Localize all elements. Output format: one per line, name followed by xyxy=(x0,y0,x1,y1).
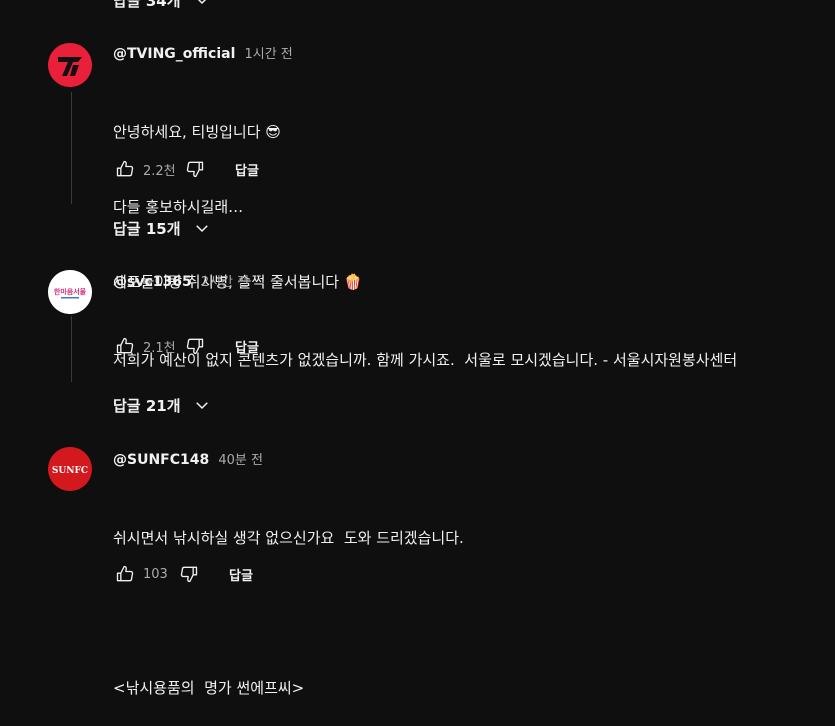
comment-body: 쉬시면서 낚시하실 생각 없으신가요 도와 드리겠습니다. <낚시용품의 명가 … xyxy=(113,476,464,726)
comment-header: @TVING_official 1시간 전 xyxy=(113,43,293,62)
like-count: 103 xyxy=(143,566,168,582)
like-count: 2.1천 xyxy=(143,340,176,356)
comment-time[interactable]: 40분 전 xyxy=(218,453,263,468)
comment-line xyxy=(113,601,464,626)
comment-header: @SUNFC148 40분 전 xyxy=(113,449,263,468)
reply-button[interactable]: 답글 xyxy=(235,160,259,179)
chevron-down-icon xyxy=(197,0,206,5)
author-handle[interactable]: @svc1365 xyxy=(113,274,192,290)
comment-time[interactable]: 1시간 전 xyxy=(244,47,292,62)
chevron-down-icon xyxy=(195,402,208,410)
like-button[interactable] xyxy=(113,157,137,181)
replies-toggle[interactable]: 답글 21개 xyxy=(113,393,211,417)
like-count: 2.2천 xyxy=(143,163,176,179)
avatar[interactable]: 한마음서울 xyxy=(48,270,92,314)
comment-actions: 2.1천 답글 xyxy=(113,334,259,358)
comment-time[interactable]: 2시간 전 xyxy=(201,275,249,290)
dislike-button[interactable] xyxy=(183,157,207,181)
comment-line: 쉬시면서 낚시하실 생각 없으신가요 도와 드리겠습니다. xyxy=(113,529,464,547)
replies-count-label: 답글 15개 xyxy=(113,219,181,238)
thumbs-down-icon xyxy=(186,161,204,178)
svg-text:SUNFC: SUNFC xyxy=(52,466,88,476)
thumbs-up-icon xyxy=(116,337,134,354)
svg-text:한마음서울: 한마음서울 xyxy=(54,287,87,296)
avatar[interactable]: SUNFC xyxy=(48,447,92,491)
comment-header: @svc1365 2시간 전 xyxy=(113,271,249,290)
comment-actions: 103 답글 xyxy=(113,562,253,586)
reply-button[interactable]: 답글 xyxy=(229,565,253,584)
chevron-down-icon xyxy=(195,225,208,233)
thumbs-up-icon xyxy=(116,565,134,582)
like-button[interactable] xyxy=(113,334,137,358)
thumbs-down-icon xyxy=(186,338,204,355)
thumbs-down-icon xyxy=(180,566,198,583)
volunteer-center-logo-icon: 한마음서울 xyxy=(48,270,92,314)
thread-line xyxy=(71,316,72,382)
author-handle[interactable]: @SUNFC148 xyxy=(113,452,209,468)
dislike-button[interactable] xyxy=(183,334,207,358)
like-button[interactable] xyxy=(113,562,137,586)
comment-line: 안녕하세요, 티빙입니다 😎 xyxy=(113,123,281,141)
thumbs-up-icon xyxy=(116,160,134,177)
replies-toggle[interactable]: 답글 15개 xyxy=(113,216,211,240)
dislike-button[interactable] xyxy=(177,562,201,586)
author-handle[interactable]: @TVING_official xyxy=(113,46,235,62)
avatar[interactable] xyxy=(48,43,92,87)
tving-logo-icon xyxy=(48,43,92,87)
replies-count-label: 답글 21개 xyxy=(113,396,181,415)
sunfc-logo-icon: SUNFC xyxy=(48,447,92,491)
comment-line: <낚시용품의 명가 썬에프씨> xyxy=(113,679,305,697)
thread-line xyxy=(71,92,72,204)
reply-button[interactable]: 답글 xyxy=(235,337,259,356)
replies-count-label: 답글 34개 xyxy=(113,0,181,10)
replies-toggle-top[interactable]: 답글 34개 xyxy=(113,0,211,12)
comment-actions: 2.2천 답글 xyxy=(113,157,259,181)
